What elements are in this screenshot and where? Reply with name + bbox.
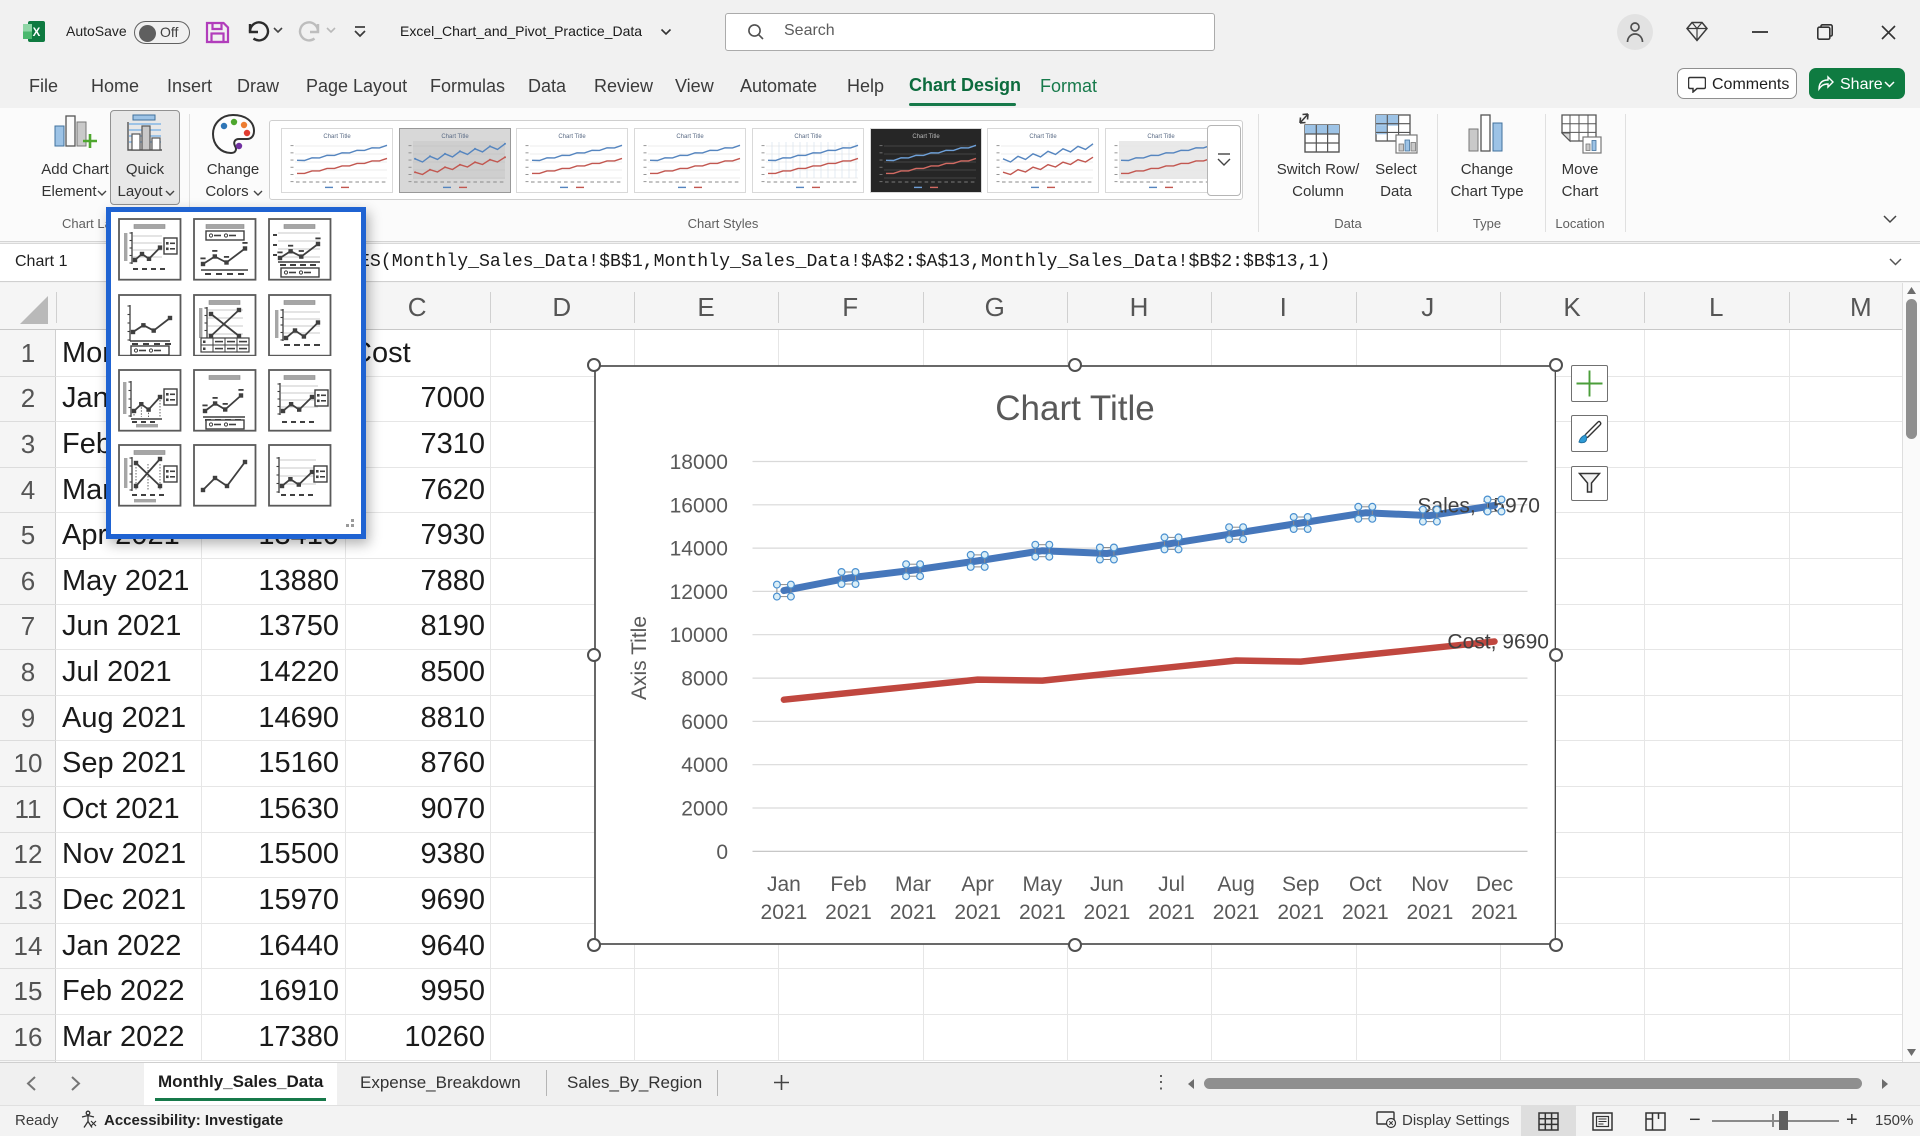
svg-text:10000: 10000 — [669, 624, 727, 647]
svg-text:6000: 6000 — [681, 711, 728, 734]
svg-text:Oct: Oct — [1348, 873, 1381, 896]
svg-text:Jun: Jun — [1089, 873, 1123, 896]
svg-text:8000: 8000 — [681, 668, 728, 691]
svg-text:Mar: Mar — [895, 873, 931, 896]
svg-text:Chart Title: Chart Title — [794, 134, 822, 140]
svg-text:2021: 2021 — [1277, 901, 1324, 924]
svg-text:Dec: Dec — [1475, 873, 1512, 896]
svg-text:18000: 18000 — [669, 451, 727, 474]
svg-text:Chart Title: Chart Title — [1030, 134, 1058, 140]
svg-text:2021: 2021 — [760, 901, 807, 924]
svg-text:Chart Title: Chart Title — [441, 134, 469, 140]
svg-text:Chart Title: Chart Title — [1147, 134, 1175, 140]
svg-text:2021: 2021 — [1341, 901, 1388, 924]
svg-text:Cost, 9690: Cost, 9690 — [1447, 631, 1549, 654]
svg-text:Jan: Jan — [766, 873, 800, 896]
svg-text:0: 0 — [716, 841, 728, 864]
svg-text:2021: 2021 — [889, 901, 936, 924]
svg-text:2000: 2000 — [681, 798, 728, 821]
svg-text:Apr: Apr — [961, 873, 994, 896]
svg-text:X: X — [33, 27, 41, 39]
svg-text:Sep: Sep — [1282, 873, 1319, 896]
svg-text:12000: 12000 — [669, 581, 727, 604]
svg-text:Chart Title: Chart Title — [676, 134, 704, 140]
svg-text:4000: 4000 — [681, 754, 728, 777]
svg-text:2021: 2021 — [954, 901, 1001, 924]
svg-text:2021: 2021 — [1471, 901, 1518, 924]
svg-text:Axis Title: Axis Title — [628, 616, 651, 700]
svg-text:Chart Title: Chart Title — [995, 389, 1155, 428]
svg-text:2021: 2021 — [1083, 901, 1130, 924]
svg-text:Chart Title: Chart Title — [912, 134, 940, 140]
svg-text:Aug: Aug — [1217, 873, 1254, 896]
svg-text:Jul: Jul — [1158, 873, 1185, 896]
svg-text:May: May — [1022, 873, 1062, 896]
svg-text:2021: 2021 — [1212, 901, 1259, 924]
svg-text:Chart Title: Chart Title — [559, 134, 587, 140]
svg-text:2021: 2021 — [1018, 901, 1065, 924]
svg-text:Chart Title: Chart Title — [323, 134, 351, 140]
svg-text:2021: 2021 — [1406, 901, 1453, 924]
svg-text:2021: 2021 — [825, 901, 872, 924]
svg-text:Nov: Nov — [1411, 873, 1449, 896]
svg-text:16000: 16000 — [669, 494, 727, 517]
svg-text:2021: 2021 — [1148, 901, 1195, 924]
svg-text:Feb: Feb — [830, 873, 866, 896]
svg-text:14000: 14000 — [669, 538, 727, 561]
